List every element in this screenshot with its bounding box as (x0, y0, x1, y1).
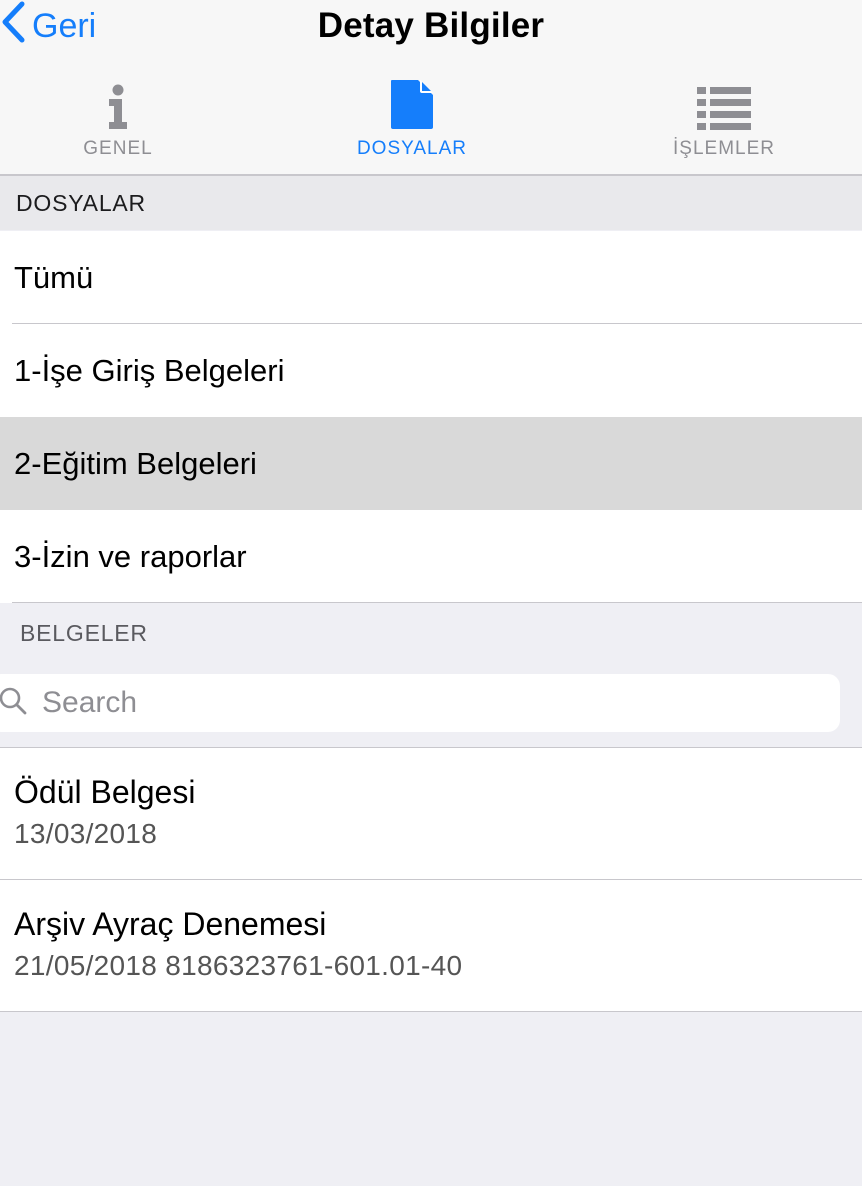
tab-dosyalar-label: DOSYALAR (356, 138, 468, 159)
page-title: Detay Bilgiler (317, 6, 545, 45)
search-input[interactable] (42, 686, 802, 720)
folder-row-tumu[interactable]: Tümü (0, 231, 862, 324)
documents-section-header: BELGELER (0, 604, 862, 658)
folder-label: 3-İzin ve raporlar (14, 538, 247, 574)
navigation-bar: Geri Detay Bilgiler (0, 0, 862, 58)
folder-row-egitim[interactable]: 2-Eğitim Belgeleri (0, 417, 862, 510)
tab-genel[interactable]: GENEL (0, 78, 238, 160)
info-icon (0, 78, 238, 130)
document-row-arsiv-ayrac[interactable]: Arşiv Ayraç Denemesi 21/05/2018 81863237… (0, 880, 862, 1012)
document-title: Arşiv Ayraç Denemesi (14, 906, 327, 942)
search-icon (0, 686, 42, 721)
list-icon (604, 78, 844, 130)
search-bar (0, 666, 862, 748)
tab-genel-label: GENEL (83, 138, 153, 159)
folder-label: Tümü (14, 259, 94, 295)
tab-dosyalar[interactable]: DOSYALAR (292, 78, 532, 160)
document-subtitle: 21/05/2018 8186323761-601.01-40 (14, 950, 463, 981)
folder-label: 2-Eğitim Belgeleri (14, 445, 257, 481)
document-title: Ödül Belgesi (14, 774, 196, 810)
folders-section-header: DOSYALAR (0, 176, 862, 230)
tab-bar: GENEL DOSYALAR İŞLEMLER (0, 58, 862, 176)
tab-islemler-label: İŞLEMLER (673, 138, 775, 159)
tab-islemler[interactable]: İŞLEMLER (604, 78, 844, 160)
document-row-odul-belgesi[interactable]: Ödül Belgesi 13/03/2018 (0, 748, 862, 880)
row-divider (0, 1011, 862, 1012)
search-field[interactable] (0, 674, 840, 732)
document-subtitle: 13/03/2018 (14, 818, 158, 849)
folder-row-ise-giris[interactable]: 1-İşe Giriş Belgeleri (0, 324, 862, 417)
row-divider (12, 602, 862, 603)
folder-row-izin[interactable]: 3-İzin ve raporlar (0, 510, 862, 603)
folder-label: 1-İşe Giriş Belgeleri (14, 352, 285, 388)
document-icon (292, 78, 532, 130)
